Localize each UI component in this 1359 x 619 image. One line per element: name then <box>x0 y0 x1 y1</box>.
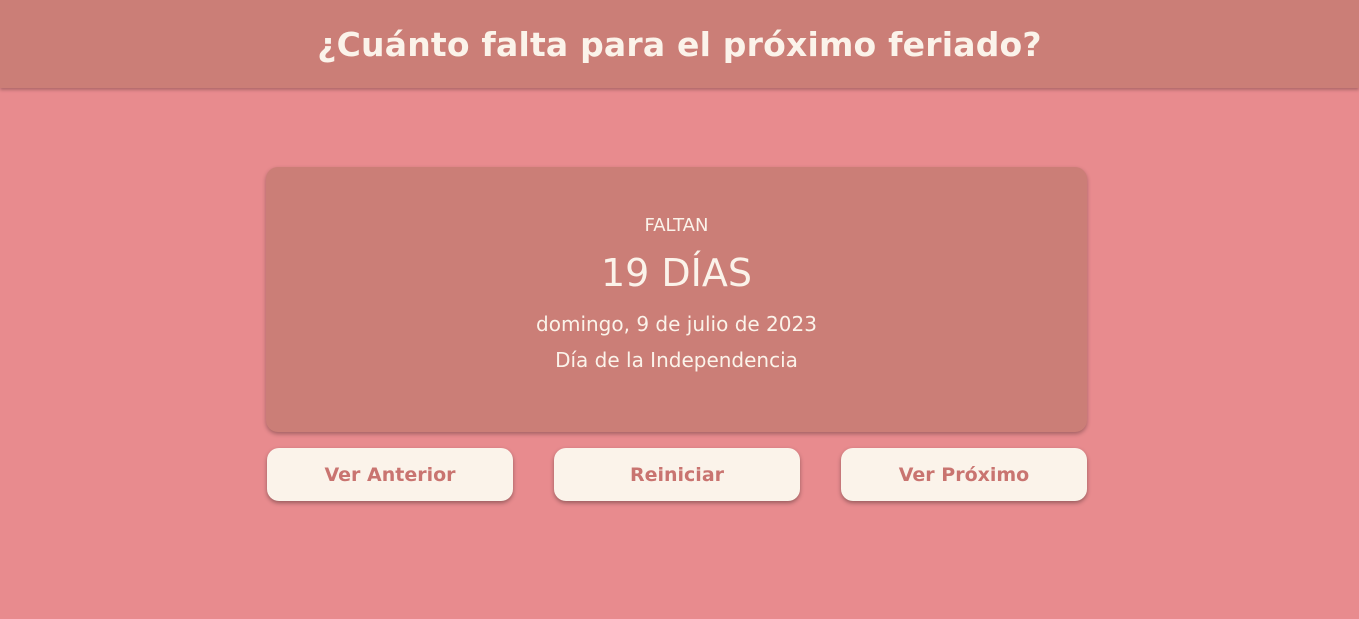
previous-holiday-button[interactable]: Ver Anterior <box>267 448 513 501</box>
days-remaining: 19 DÍAS <box>600 251 753 295</box>
page-header: ¿Cuánto falta para el próximo feriado? <box>0 0 1359 88</box>
next-holiday-button[interactable]: Ver Próximo <box>841 448 1087 501</box>
countdown-card: FALTAN 19 DÍAS domingo, 9 de julio de 20… <box>266 167 1087 432</box>
holiday-name: Día de la Independencia <box>555 348 798 372</box>
holiday-date: domingo, 9 de julio de 2023 <box>536 312 817 336</box>
reset-button[interactable]: Reiniciar <box>554 448 800 501</box>
page-title: ¿Cuánto falta para el próximo feriado? <box>317 24 1042 64</box>
countdown-label: FALTAN <box>644 215 709 236</box>
